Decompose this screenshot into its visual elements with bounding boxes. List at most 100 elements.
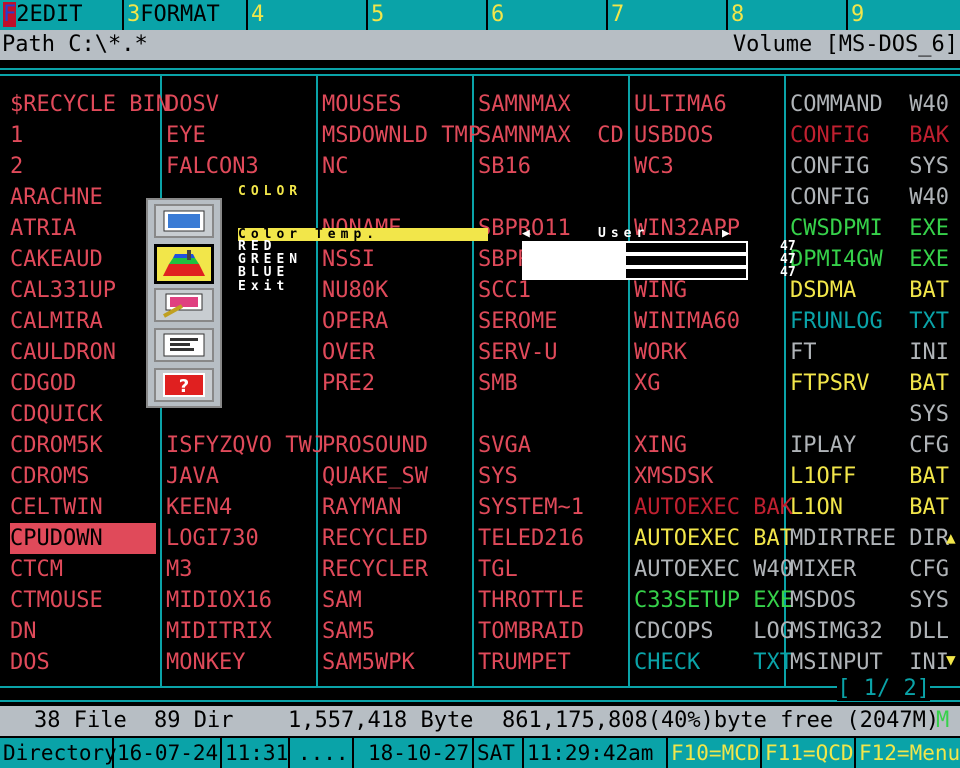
file-entry[interactable]: CTCM xyxy=(10,554,156,585)
file-entry[interactable]: SAMNMAX CD xyxy=(478,120,624,151)
file-entry[interactable]: CTMOUSE xyxy=(10,585,156,616)
file-entry[interactable]: COMMAND W40 xyxy=(790,89,949,120)
file-entry[interactable]: SB16 xyxy=(478,151,624,182)
file-entry[interactable]: ISFYZQVO TWJ xyxy=(166,430,325,461)
fkey-6[interactable]: 6 xyxy=(488,0,608,30)
osd-settings-icon[interactable] xyxy=(154,328,214,362)
file-entry[interactable]: CAULDRON xyxy=(10,337,156,368)
scrollbar[interactable] xyxy=(944,89,960,669)
file-entry[interactable]: MOUSES xyxy=(322,89,468,120)
file-entry[interactable]: SERV-U xyxy=(478,337,624,368)
fkey-4[interactable]: 4 xyxy=(248,0,368,30)
file-entry[interactable]: SYS xyxy=(790,399,949,430)
file-entry[interactable]: MIDIOX16 xyxy=(166,585,312,616)
file-entry[interactable]: NU80K xyxy=(322,275,468,306)
file-entry[interactable]: WIN32APP xyxy=(634,213,780,244)
file-entry[interactable]: SVGA xyxy=(478,430,624,461)
file-entry[interactable]: WORK xyxy=(634,337,780,368)
file-entry[interactable]: DOSV xyxy=(166,89,312,120)
help-icon[interactable]: ? xyxy=(154,368,214,402)
file-entry[interactable] xyxy=(634,182,780,213)
file-entry[interactable]: PRE2 xyxy=(322,368,468,399)
monitor-icon[interactable] xyxy=(154,204,214,238)
file-entry[interactable]: CELTWIN xyxy=(10,492,156,523)
file-entry[interactable]: MSDOWNLD TMP xyxy=(322,120,481,151)
file-entry[interactable] xyxy=(634,399,780,430)
file-entry[interactable]: CDROM5K xyxy=(10,430,156,461)
osd-menu-blue[interactable]: BLUE xyxy=(238,266,289,279)
file-entry[interactable]: RECYCLED xyxy=(322,523,468,554)
file-entry[interactable]: CDQUICK xyxy=(10,399,156,430)
file-entry[interactable]: EYE xyxy=(166,120,312,151)
file-entry[interactable]: L1ON BAT xyxy=(790,492,949,523)
file-entry[interactable]: SYS xyxy=(478,461,624,492)
file-entry[interactable]: IPLAY CFG xyxy=(790,430,949,461)
file-entry[interactable]: XG xyxy=(634,368,780,399)
file-entry[interactable]: LOGI730 xyxy=(166,523,312,554)
scroll-down-arrow-icon[interactable]: ▼ xyxy=(946,650,956,669)
fkey-5[interactable]: 5 xyxy=(368,0,488,30)
green-slider[interactable] xyxy=(522,254,748,267)
file-entry[interactable]: OPERA xyxy=(322,306,468,337)
file-entry[interactable]: SAM xyxy=(322,585,468,616)
picture-icon[interactable] xyxy=(154,288,214,322)
file-entry[interactable]: WC3 xyxy=(634,151,780,182)
file-entry[interactable]: FRUNLOG TXT xyxy=(790,306,949,337)
color-adjust-icon[interactable] xyxy=(154,244,214,284)
file-entry[interactable]: CONFIG BAK xyxy=(790,120,949,151)
blue-slider[interactable] xyxy=(522,267,748,280)
file-entry[interactable]: FTPSRV BAT xyxy=(790,368,949,399)
file-entry[interactable]: XING xyxy=(634,430,780,461)
file-entry[interactable]: QUAKE_SW xyxy=(322,461,468,492)
file-entry[interactable]: TRUMPET xyxy=(478,647,624,678)
file-entry[interactable]: NC xyxy=(322,151,468,182)
file-entry[interactable]: MSINPUT INI xyxy=(790,647,949,678)
file-entry[interactable]: CALMIRA xyxy=(10,306,156,337)
file-entry[interactable]: MIXER CFG xyxy=(790,554,949,585)
file-entry[interactable]: FALCON3 xyxy=(166,151,312,182)
file-entry[interactable] xyxy=(478,399,624,430)
file-entry[interactable]: DSDMA BAT xyxy=(790,275,949,306)
file-entry[interactable]: SAM5 xyxy=(322,616,468,647)
preset-right-arrow-icon[interactable]: ▶ xyxy=(722,226,730,241)
file-entry[interactable]: 1 xyxy=(10,120,156,151)
scroll-up-arrow-icon[interactable]: ▲ xyxy=(946,528,956,547)
file-entry[interactable]: CAL331UP xyxy=(10,275,156,306)
file-entry[interactable]: AUTOEXEC W40 xyxy=(634,554,793,585)
file-entry[interactable]: CONFIG SYS xyxy=(790,151,949,182)
fkey-3-format[interactable]: 3FORMAT xyxy=(124,0,248,30)
fkey-2-edit[interactable]: F2EDIT xyxy=(0,0,124,30)
file-entry[interactable]: ARACHNE xyxy=(10,182,156,213)
file-entry[interactable] xyxy=(478,182,624,213)
f10-mcd-button[interactable]: F10=MCD xyxy=(668,738,762,768)
f12-menu-button[interactable]: F12=Menu xyxy=(856,738,960,768)
file-entry[interactable]: ATRIA xyxy=(10,213,156,244)
file-entry[interactable]: SYSTEM~1 xyxy=(478,492,624,523)
file-entry[interactable]: CPUDOWN xyxy=(10,523,156,554)
file-entry[interactable]: DN xyxy=(10,616,156,647)
file-entry[interactable]: CDGOD xyxy=(10,368,156,399)
red-slider[interactable] xyxy=(522,241,748,254)
fkey-7[interactable]: 7 xyxy=(608,0,728,30)
preset-left-arrow-icon[interactable]: ◀ xyxy=(522,226,530,241)
file-entry[interactable]: C33SETUP EXE xyxy=(634,585,793,616)
file-entry[interactable]: CONFIG W40 xyxy=(790,182,949,213)
file-entry[interactable]: FT INI xyxy=(790,337,949,368)
file-entry[interactable]: ULTIMA6 xyxy=(634,89,780,120)
file-entry[interactable] xyxy=(322,182,468,213)
f11-qcd-button[interactable]: F11=QCD xyxy=(762,738,856,768)
file-entry[interactable]: CDCOPS LOG xyxy=(634,616,793,647)
file-entry[interactable]: WINIMA60 xyxy=(634,306,780,337)
file-entry[interactable]: PROSOUND xyxy=(322,430,468,461)
fkey-9[interactable]: 9 xyxy=(848,0,960,30)
file-entry[interactable]: THROTTLE xyxy=(478,585,624,616)
file-entry[interactable] xyxy=(322,399,468,430)
file-entry[interactable]: CDROMS xyxy=(10,461,156,492)
file-entry[interactable]: SEROME xyxy=(478,306,624,337)
file-entry[interactable]: CWSDPMI EXE xyxy=(790,213,949,244)
file-entry[interactable]: SAMNMAX xyxy=(478,89,624,120)
file-entry[interactable]: 2 xyxy=(10,151,156,182)
file-entry[interactable]: OVER xyxy=(322,337,468,368)
file-entry[interactable]: CHECK TXT xyxy=(634,647,793,678)
file-entry[interactable]: AUTOEXEC BAT xyxy=(634,523,793,554)
